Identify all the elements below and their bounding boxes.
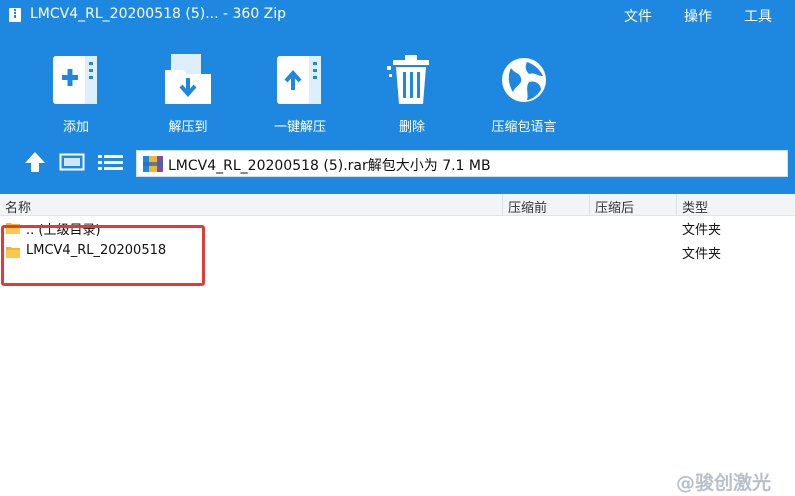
window-title: LMCV4_RL_20200518 (5)... - 360 Zip xyxy=(30,6,287,22)
up-arrow-icon[interactable] xyxy=(24,150,46,174)
column-divider[interactable] xyxy=(676,194,677,216)
column-divider[interactable] xyxy=(502,194,503,216)
column-compressed-size[interactable]: 压缩后 xyxy=(595,197,634,216)
menu-tools[interactable]: 工具 xyxy=(744,6,772,26)
globe-icon xyxy=(502,58,546,102)
extract-to-label: 解压到 xyxy=(168,120,208,135)
add-label: 添加 xyxy=(62,120,89,135)
column-original-size[interactable]: 压缩前 xyxy=(508,197,547,216)
rar-archive-icon xyxy=(143,156,163,172)
add-archive-icon xyxy=(53,56,97,104)
delete-button[interactable]: 删除 xyxy=(367,52,457,136)
menu-operation[interactable]: 操作 xyxy=(684,6,712,26)
extract-to-icon xyxy=(165,54,211,104)
menu-file[interactable]: 文件 xyxy=(624,6,652,26)
app-zip-icon xyxy=(9,8,21,22)
archive-language-label: 压缩包语言 xyxy=(491,120,557,135)
path-text: LMCV4_RL_20200518 (5).rar解包大小为 7.1 MB xyxy=(168,158,491,174)
file-list-header: 名称 压缩前 压缩后 类型 xyxy=(0,194,795,216)
delete-label: 删除 xyxy=(398,120,425,135)
title-bar: LMCV4_RL_20200518 (5)... - 360 Zip 文件 操作… xyxy=(0,0,795,32)
list-view-icon[interactable] xyxy=(97,150,124,174)
thumbnail-view-icon[interactable] xyxy=(59,150,85,174)
extract-to-button[interactable]: 解压到 xyxy=(143,52,233,136)
trash-icon xyxy=(387,55,429,104)
add-button[interactable]: 添加 xyxy=(31,52,121,136)
one-click-extract-label: 一键解压 xyxy=(273,120,326,135)
one-click-extract-button[interactable]: 一键解压 xyxy=(255,52,345,136)
watermark-text: @骏创激光 xyxy=(676,472,772,494)
column-divider[interactable] xyxy=(589,194,590,216)
column-type[interactable]: 类型 xyxy=(682,197,708,216)
top-toolbar-area: LMCV4_RL_20200518 (5)... - 360 Zip 文件 操作… xyxy=(0,0,795,194)
path-bar[interactable]: LMCV4_RL_20200518 (5).rar解包大小为 7.1 MB xyxy=(136,150,788,177)
one-click-extract-icon xyxy=(277,56,321,104)
highlight-annotation-box xyxy=(1,225,205,286)
file-type: 文件夹 xyxy=(682,247,722,262)
file-type: 文件夹 xyxy=(682,223,722,238)
archive-language-button[interactable]: 压缩包语言 xyxy=(479,52,569,136)
column-name[interactable]: 名称 xyxy=(5,197,31,216)
